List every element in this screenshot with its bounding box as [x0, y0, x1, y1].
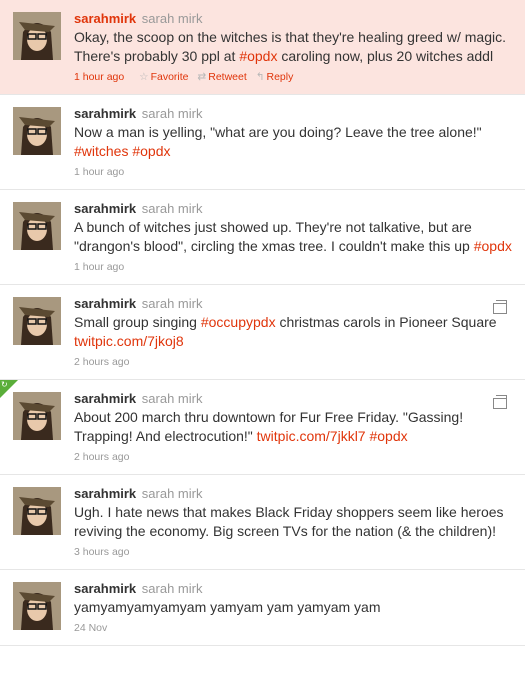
full-name: sarah mirk: [141, 11, 203, 26]
avatar[interactable]: [13, 202, 61, 250]
media-icon[interactable]: [493, 300, 507, 314]
hashtag-link[interactable]: #occupypdx: [201, 314, 276, 330]
screen-name[interactable]: sarahmirk: [74, 391, 136, 406]
screen-name[interactable]: sarahmirk: [74, 296, 136, 311]
star-icon: ☆: [139, 71, 149, 83]
avatar[interactable]: [13, 487, 61, 535]
avatar[interactable]: [13, 582, 61, 630]
tweet-item[interactable]: ↻ sarahmirk sarah mirk About 200 march t…: [0, 380, 525, 475]
tweet-text: A bunch of witches just showed up. They'…: [74, 219, 512, 254]
favorite-button[interactable]: ☆ Favorite: [139, 71, 188, 83]
tweet-item[interactable]: sarahmirk sarah mirk yamyamyamyamyam yam…: [0, 570, 525, 646]
full-name: sarah mirk: [141, 486, 203, 501]
tweet-text: Now a man is yelling, "what are you doin…: [74, 124, 482, 159]
avatar[interactable]: [13, 392, 61, 440]
hashtag-link[interactable]: #opdx: [474, 238, 512, 254]
reply-icon: ↰: [255, 71, 265, 83]
media-icon[interactable]: [493, 395, 507, 409]
tweet-item[interactable]: sarahmirk sarah mirk Ugh. I hate news th…: [0, 475, 525, 570]
timestamp[interactable]: 3 hours ago: [74, 546, 129, 558]
avatar[interactable]: [13, 297, 61, 345]
avatar[interactable]: [13, 107, 61, 155]
reply-button[interactable]: ↰ Reply: [256, 71, 294, 83]
tweet-text: yamyamyamyamyam yamyam yam yamyam yam: [74, 599, 381, 615]
tweet-item[interactable]: sarahmirk sarah mirk Small group singing…: [0, 285, 525, 380]
tweet-actions: ☆ Favorite ⇄ Retweet ↰ Reply: [133, 70, 293, 84]
hashtag-link[interactable]: #opdx: [132, 143, 170, 159]
full-name: sarah mirk: [141, 391, 203, 406]
full-name: sarah mirk: [141, 201, 203, 216]
screen-name[interactable]: sarahmirk: [74, 486, 136, 501]
url-link[interactable]: twitpic.com/7jkoj8: [74, 333, 184, 349]
full-name: sarah mirk: [141, 581, 203, 596]
retweet-button[interactable]: ⇄ Retweet: [197, 71, 246, 83]
hashtag-link[interactable]: #opdx: [239, 48, 277, 64]
screen-name[interactable]: sarahmirk: [74, 106, 136, 121]
full-name: sarah mirk: [141, 106, 203, 121]
screen-name[interactable]: sarahmirk: [74, 581, 136, 596]
tweet-text: About 200 march thru downtown for Fur Fr…: [74, 409, 464, 444]
timeline: sarahmirk sarah mirk Okay, the scoop on …: [0, 0, 525, 674]
tweet-item[interactable]: sarahmirk sarah mirk Now a man is yellin…: [0, 95, 525, 190]
full-name: sarah mirk: [141, 296, 203, 311]
avatar[interactable]: [13, 12, 61, 60]
timestamp[interactable]: 1 hour ago: [74, 166, 124, 178]
tweet-text: Ugh. I hate news that makes Black Friday…: [74, 504, 504, 539]
hashtag-link[interactable]: #witches: [74, 143, 128, 159]
tweet-item[interactable]: sarahmirk sarah mirk A bunch of witches …: [0, 190, 525, 285]
tweet-text: Okay, the scoop on the witches is that t…: [74, 29, 506, 64]
timestamp[interactable]: 2 hours ago: [74, 451, 129, 463]
retweet-icon: ⇄: [197, 71, 207, 83]
tweet-text: Small group singing #occupypdx christmas…: [74, 314, 497, 349]
screen-name[interactable]: sarahmirk: [74, 11, 136, 26]
hashtag-link[interactable]: #opdx: [369, 428, 407, 444]
tweet-item[interactable]: sarahmirk sarah mirk Okay, the scoop on …: [0, 0, 525, 95]
timestamp[interactable]: 2 hours ago: [74, 356, 129, 368]
url-link[interactable]: twitpic.com/7jkkl7: [257, 428, 366, 444]
screen-name[interactable]: sarahmirk: [74, 201, 136, 216]
timestamp[interactable]: 1 hour ago: [74, 261, 124, 273]
timestamp[interactable]: 24 Nov: [74, 622, 107, 634]
timestamp[interactable]: 1 hour ago: [74, 71, 124, 83]
